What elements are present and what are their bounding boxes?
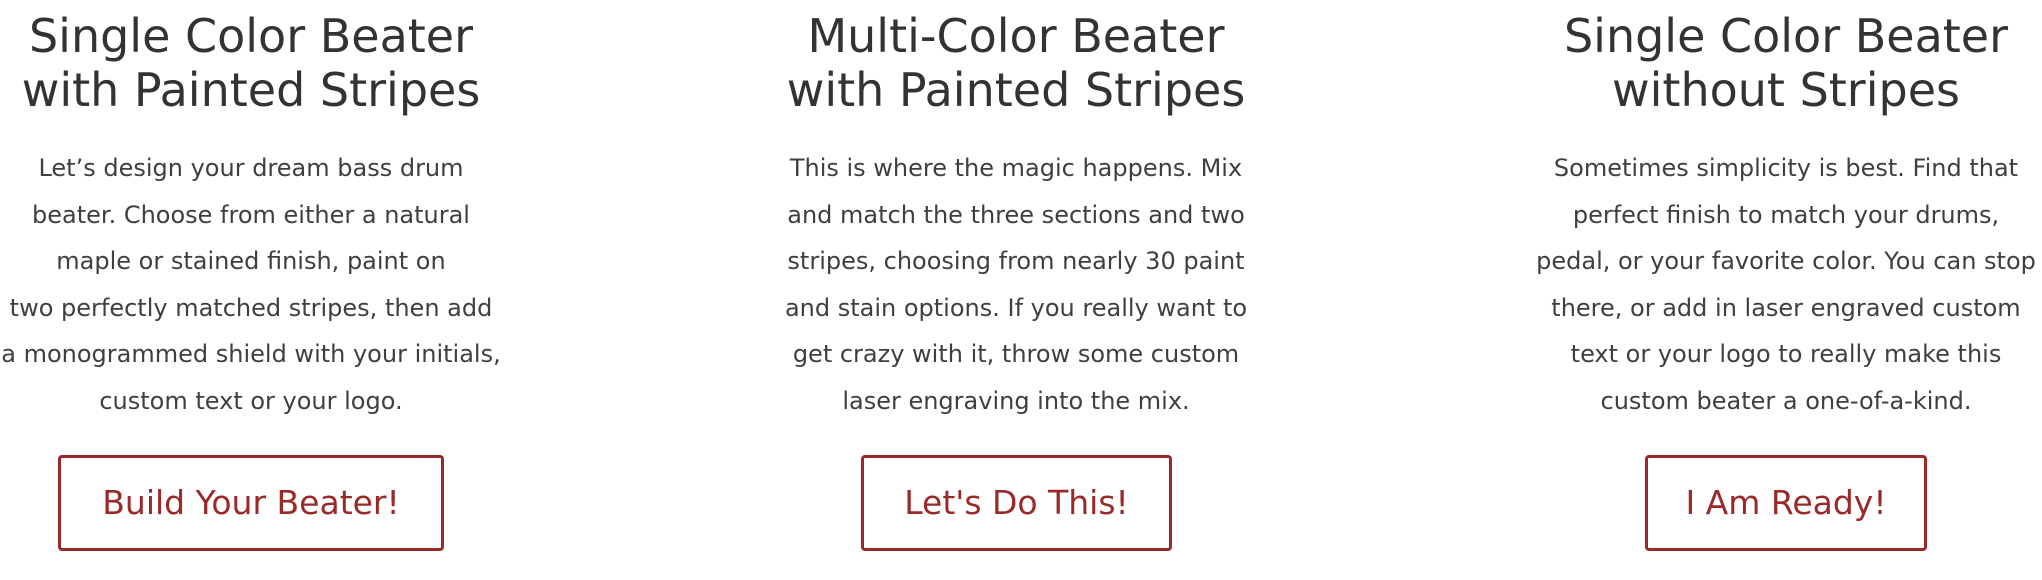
- lets-do-this-button[interactable]: Let's Do This!: [861, 455, 1172, 551]
- description-line: This is where the magic happens. Mix: [789, 154, 1243, 182]
- option-title-line: Multi-Color Beater: [807, 9, 1225, 63]
- description-line: Let’s design your dream bass drum: [38, 154, 464, 182]
- description-line: and match the three sections and two: [787, 200, 1245, 229]
- option-title-line: without Stripes: [1612, 63, 1960, 117]
- description-line: maple or stained finish, paint on: [56, 247, 446, 275]
- description-line: perfect finish to match your drums,: [1572, 200, 2000, 229]
- description-line: there, or add in laser engraved custom: [1551, 293, 2021, 322]
- description-line: pedal, or your favorite color. You can s…: [1536, 247, 2036, 275]
- description-line: two perfectly matched stripes, then add: [9, 293, 493, 322]
- description-line: custom text or your logo.: [99, 386, 403, 415]
- description-line: Sometimes simplicity is best. Find that: [1553, 154, 2019, 182]
- option-description: Let’s design your dream bass drum beater…: [0, 145, 502, 424]
- description-line: stripes, choosing from nearly 30 paint: [787, 247, 1245, 275]
- description-line: laser engraving into the mix.: [842, 386, 1190, 415]
- description-line: get crazy with it, throw some custom: [792, 340, 1240, 368]
- option-title-line: with Painted Stripes: [786, 63, 1246, 117]
- i-am-ready-button[interactable]: I Am Ready!: [1645, 455, 1927, 551]
- option-title-line: with Painted Stripes: [21, 63, 481, 117]
- option-title-line: Single Color Beater: [1563, 9, 2009, 63]
- option-description: Sometimes simplicity is best. Find that …: [1530, 145, 2042, 424]
- option-description: This is where the magic happens. Mix and…: [764, 145, 1268, 424]
- description-line: beater. Choose from either a natural: [32, 200, 470, 229]
- option-single-color-no-stripes: Single Color Beater without Stripes Some…: [1530, 0, 2042, 551]
- option-title: Single Color Beater without Stripes: [1530, 9, 2042, 117]
- option-title: Multi-Color Beater with Painted Stripes: [764, 9, 1268, 117]
- description-line: and stain options. If you really want to: [784, 293, 1248, 322]
- option-multi-color-striped: Multi-Color Beater with Painted Stripes …: [764, 0, 1268, 551]
- description-line: custom beater a one-of-a-kind.: [1600, 386, 1972, 415]
- option-single-color-striped: Single Color Beater with Painted Stripes…: [0, 0, 502, 551]
- description-line: a monogrammed shield with your initials,: [1, 340, 501, 368]
- option-title: Single Color Beater with Painted Stripes: [0, 9, 502, 117]
- option-title-line: Single Color Beater: [28, 9, 474, 63]
- build-your-beater-button[interactable]: Build Your Beater!: [58, 455, 444, 551]
- description-line: text or your logo to really make this: [1570, 340, 2002, 368]
